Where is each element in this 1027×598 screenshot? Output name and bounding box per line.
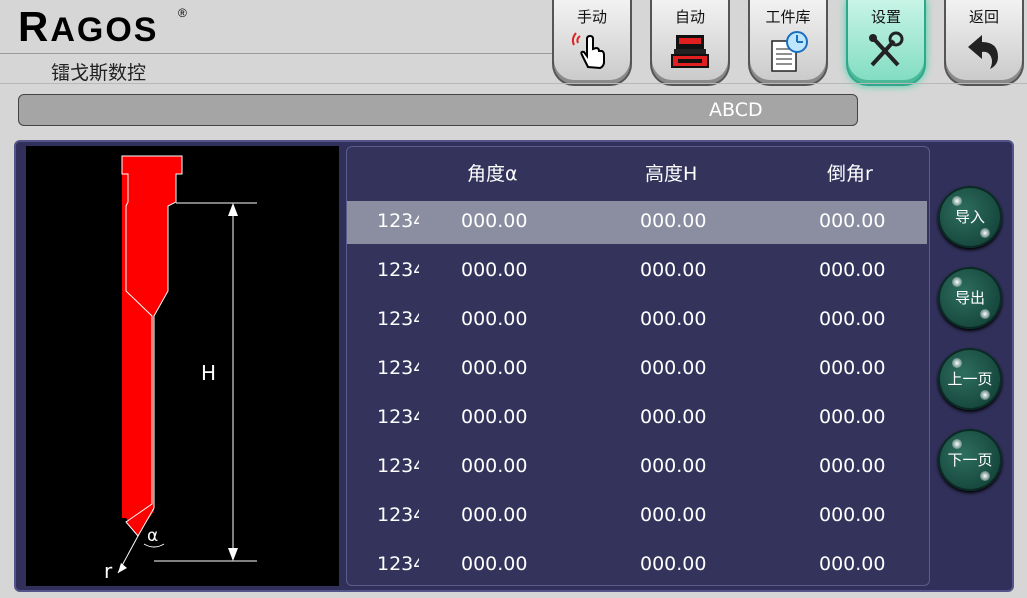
tools-icon <box>869 31 904 67</box>
nav-label-settings: 设置 <box>870 8 901 26</box>
workpiece-name-field[interactable]: ABCD <box>18 94 858 126</box>
row-angle: 000.00 <box>461 259 528 281</box>
height-label: H <box>201 361 216 385</box>
row-height: 000.00 <box>640 504 707 526</box>
hand-pointer-icon <box>571 32 605 70</box>
nav-button-return[interactable]: 返回 <box>944 0 1024 86</box>
row-index: 1234 <box>377 406 419 428</box>
import-label: 导入 <box>954 208 985 226</box>
header-radius: 倒角r <box>827 163 873 185</box>
next-page-label: 下一页 <box>947 451 993 469</box>
row-radius: 000.00 <box>819 308 886 330</box>
row-height: 000.00 <box>640 210 707 232</box>
export-label: 导出 <box>954 289 985 307</box>
table-row[interactable]: 1234 000.00 000.00 000.00 <box>347 348 927 391</box>
row-index: 1234 <box>377 210 419 232</box>
prev-page-button[interactable]: 上一页 <box>938 348 1002 410</box>
table-header: 角度α 高度H 倒角r <box>347 159 929 189</box>
row-radius: 000.00 <box>819 553 886 575</box>
prev-page-label: 上一页 <box>947 370 993 388</box>
row-radius: 000.00 <box>819 259 886 281</box>
nav-label-manual: 手动 <box>576 8 607 26</box>
row-index: 1234 <box>377 308 419 330</box>
nav-button-settings[interactable]: 设置 <box>846 0 926 86</box>
row-angle: 000.00 <box>461 308 528 330</box>
logo-rest: AGOS <box>50 11 159 49</box>
row-height: 000.00 <box>640 553 707 575</box>
next-page-button[interactable]: 下一页 <box>938 429 1002 491</box>
row-index: 1234 <box>377 553 419 575</box>
row-radius: 000.00 <box>819 210 886 232</box>
row-angle: 000.00 <box>461 504 528 526</box>
row-radius: 000.00 <box>819 357 886 379</box>
document-clock-icon <box>771 31 808 72</box>
row-angle: 000.00 <box>461 357 528 379</box>
logo-initial: R <box>18 3 51 50</box>
header-divider <box>0 53 560 54</box>
table-row[interactable]: 1234 000.00 000.00 000.00 <box>347 495 927 538</box>
row-angle: 000.00 <box>461 553 528 575</box>
row-height: 000.00 <box>640 308 707 330</box>
row-height: 000.00 <box>640 357 707 379</box>
row-index: 1234 <box>377 455 419 477</box>
import-button[interactable]: 导入 <box>938 186 1002 248</box>
header-height: 高度H <box>645 163 698 185</box>
row-height: 000.00 <box>640 259 707 281</box>
nav-label-return: 返回 <box>968 8 999 26</box>
row-angle: 000.00 <box>461 210 528 232</box>
row-radius: 000.00 <box>819 504 886 526</box>
header-angle: 角度α <box>467 163 518 185</box>
main-panel: H α r 角度α 高度H 倒角r 1234 000.00 000.00 000… <box>14 140 1014 592</box>
row-height: 000.00 <box>640 455 707 477</box>
company-subtitle: 镭戈斯数控 <box>51 62 147 84</box>
row-index: 1234 <box>377 504 419 526</box>
row-index: 1234 <box>377 357 419 379</box>
header-bottom-divider <box>0 83 1027 84</box>
table-row-selected[interactable]: 1234 000.00 000.00 000.00 <box>347 201 927 244</box>
radius-label: r <box>104 559 113 583</box>
angle-label: α <box>147 526 158 546</box>
table-row[interactable]: 1234 000.00 000.00 000.00 <box>347 446 927 489</box>
table-row[interactable]: 1234 000.00 000.00 000.00 <box>347 544 927 587</box>
nav-label-library: 工件库 <box>765 8 811 26</box>
row-radius: 000.00 <box>819 455 886 477</box>
nav-label-auto: 自动 <box>674 8 705 26</box>
row-angle: 000.00 <box>461 455 528 477</box>
workpiece-name-value: ABCD <box>709 99 763 121</box>
table-row[interactable]: 1234 000.00 000.00 000.00 <box>347 397 927 440</box>
nav-button-manual[interactable]: 手动 <box>552 0 632 86</box>
table-row[interactable]: 1234 000.00 000.00 000.00 <box>347 299 927 342</box>
table-row[interactable]: 1234 000.00 000.00 000.00 <box>347 250 927 293</box>
nav-button-workpiece-library[interactable]: 工件库 <box>748 0 828 86</box>
row-angle: 000.00 <box>461 406 528 428</box>
export-button[interactable]: 导出 <box>938 267 1002 329</box>
registered-mark: ® <box>178 6 187 20</box>
upper-die-diagram: H α r <box>104 155 257 583</box>
tool-drawing: H α r <box>26 146 339 586</box>
parameter-table: 角度α 高度H 倒角r 1234 000.00 000.00 000.00 12… <box>346 146 930 586</box>
ragos-logo: RAGOS ® <box>18 3 187 51</box>
machine-icon <box>671 35 709 68</box>
row-index: 1234 <box>377 259 419 281</box>
return-arrow-icon <box>968 35 998 69</box>
row-height: 000.00 <box>640 406 707 428</box>
nav-button-auto[interactable]: 自动 <box>650 0 730 86</box>
row-radius: 000.00 <box>819 406 886 428</box>
